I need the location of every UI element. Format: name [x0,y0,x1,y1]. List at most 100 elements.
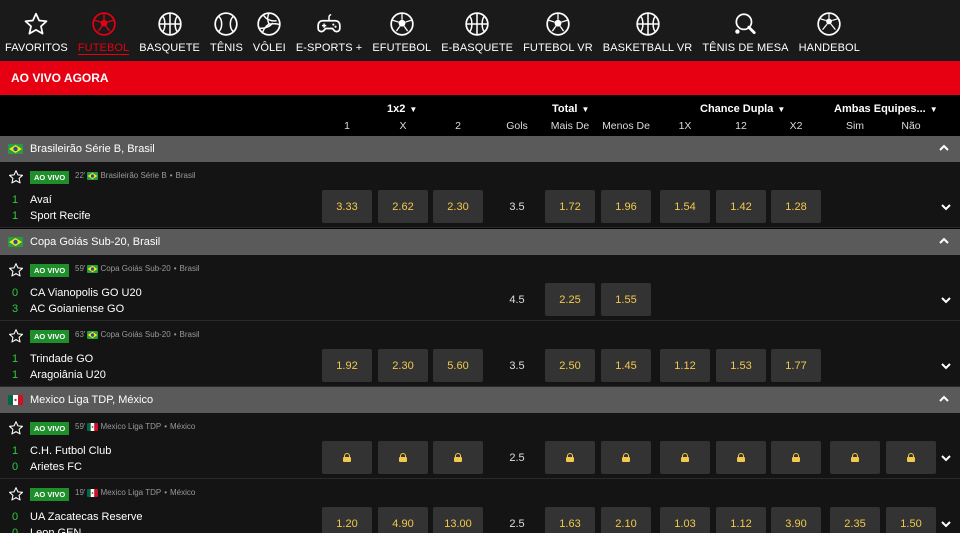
odds-button[interactable]: 1.96 [601,190,651,223]
odds-button[interactable]: 1.72 [545,190,595,223]
event-row[interactable]: AO VIVO 59' Copa Goiás Sub-20 • Brasil 0… [0,255,960,321]
lock-icon [399,453,407,462]
live-badge: AO VIVO [30,171,70,184]
event-row[interactable]: AO VIVO 63' Copa Goiás Sub-20 • Brasil 1… [0,321,960,387]
market-column-header: X2 [789,120,803,132]
market-column-header: 2 [455,120,461,132]
away-score: 1 [12,210,19,222]
odds-button-locked[interactable] [378,441,428,474]
sport-tab-tenis-de-mesa[interactable]: TÊNIS DE MESA [697,0,793,61]
odds-button[interactable]: 1.28 [771,190,821,223]
odds-button[interactable]: 1.77 [771,349,821,382]
odds-button-locked[interactable] [716,441,766,474]
event-row[interactable]: AO VIVO 59' Mexico Liga TDP • México 1 C… [0,413,960,479]
chevron-up-icon[interactable] [938,142,950,157]
home-score: 1 [12,353,19,365]
odds-button-locked[interactable] [545,441,595,474]
sport-tab-e-basquete[interactable]: E-BASQUETE [436,0,518,61]
odds-button[interactable]: 2.10 [601,507,651,533]
sport-tab-futebol[interactable]: FUTEBOL [73,0,134,61]
market-group-total[interactable]: Total ▼ [552,103,589,115]
odds-button[interactable]: 1.12 [660,349,710,382]
odds-button-locked[interactable] [886,441,936,474]
market-group-chance-dupla[interactable]: Chance Dupla ▼ [700,103,785,115]
dropdown-triangle-icon: ▼ [409,105,418,114]
odds-button-locked[interactable] [830,441,880,474]
odds-button[interactable]: 4.90 [378,507,428,533]
home-team: 1 Trindade GO [12,353,93,365]
odds-button[interactable]: 3.90 [771,507,821,533]
away-team: 3 AC Goianiense GO [12,303,124,315]
separator-dot: • [164,422,168,431]
home-score: 1 [12,194,19,206]
odds-button[interactable]: 2.30 [433,190,483,223]
sport-tab-basquete[interactable]: BASQUETE [134,0,205,61]
sport-tab-handebol[interactable]: HANDEBOL [794,0,865,61]
odds-button-locked[interactable] [601,441,651,474]
market-group-ambas-equipes[interactable]: Ambas Equipes... ▼ [834,103,938,115]
odds-button-locked[interactable] [433,441,483,474]
odds-button[interactable]: 1.12 [716,507,766,533]
separator-dot: • [164,488,168,497]
sport-tab-label: TÊNIS DE MESA [702,42,789,54]
chevron-up-icon[interactable] [938,235,950,250]
market-group-1x2[interactable]: 1x2 ▼ [387,103,417,115]
odds-button-locked[interactable] [660,441,710,474]
league-header[interactable]: Brasileirão Série B, Brasil [0,136,960,162]
sport-tab-favoritos[interactable]: FAVORITOS [0,0,73,61]
odds-button[interactable]: 1.55 [601,283,651,316]
odds-button[interactable]: 1.50 [886,507,936,533]
sport-tab-basketball-vr[interactable]: BASKETBALL VR [598,0,698,61]
market-column-header: Menos De [602,120,650,132]
sport-tab-tenis[interactable]: TÊNIS [205,0,248,61]
chevron-down-icon[interactable] [940,452,952,467]
live-badge: AO VIVO [30,264,70,277]
odds-button[interactable]: 2.62 [378,190,428,223]
favorite-star-icon[interactable] [8,169,24,188]
odds-button[interactable]: 5.60 [433,349,483,382]
odds-button[interactable]: 1.92 [322,349,372,382]
home-team: 1 Avaí [12,194,52,206]
chevron-down-icon[interactable] [940,360,952,375]
favorite-star-icon[interactable] [8,328,24,347]
market-group-label: 1x2 [387,103,406,115]
odds-button[interactable]: 1.03 [660,507,710,533]
event-row[interactable]: AO VIVO 19' Mexico Liga TDP • México 0 U… [0,479,960,533]
favorite-star-icon[interactable] [8,486,24,505]
tennis-ball-icon [212,10,240,38]
odds-button[interactable]: 1.20 [322,507,372,533]
sport-tab-volei[interactable]: VÔLEI [248,0,291,61]
odds-button[interactable]: 1.63 [545,507,595,533]
match-minute: 59' [75,422,86,431]
league-header[interactable]: Mexico Liga TDP, México [0,387,960,413]
basketball-icon [463,10,491,38]
goals-line: 4.5 [509,294,525,306]
odds-button[interactable]: 2.25 [545,283,595,316]
chevron-up-icon[interactable] [938,393,950,408]
odds-button[interactable]: 1.53 [716,349,766,382]
odds-button[interactable]: 2.30 [378,349,428,382]
favorite-star-icon[interactable] [8,420,24,439]
odds-button[interactable]: 3.33 [322,190,372,223]
chevron-down-icon[interactable] [940,518,952,533]
odds-button[interactable]: 2.50 [545,349,595,382]
odds-button[interactable]: 1.45 [601,349,651,382]
home-team-name: C.H. Futbol Club [30,445,112,457]
chevron-down-icon[interactable] [940,294,952,309]
event-league: Brasileirão Série B [100,171,167,180]
league-header[interactable]: Copa Goiás Sub-20, Brasil [0,229,960,255]
odds-button[interactable]: 13.00 [433,507,483,533]
odds-button[interactable]: 1.42 [716,190,766,223]
sport-tab-futebol-vr[interactable]: FUTEBOL VR [518,0,598,61]
odds-button-locked[interactable] [771,441,821,474]
sport-tab-e-sports[interactable]: E-SPORTS + [291,0,368,61]
table-tennis-icon [731,10,759,38]
odds-button[interactable]: 2.35 [830,507,880,533]
sports-nav: FAVORITOS FUTEBOL BASQUETE TÊNIS VÔLEI E-SPOR… [0,0,960,61]
chevron-down-icon[interactable] [940,201,952,216]
favorite-star-icon[interactable] [8,262,24,281]
event-row[interactable]: AO VIVO 22' Brasileirão Série B • Brasil… [0,162,960,228]
sport-tab-efutebol[interactable]: EFUTEBOL [367,0,436,61]
odds-button[interactable]: 1.54 [660,190,710,223]
odds-button-locked[interactable] [322,441,372,474]
